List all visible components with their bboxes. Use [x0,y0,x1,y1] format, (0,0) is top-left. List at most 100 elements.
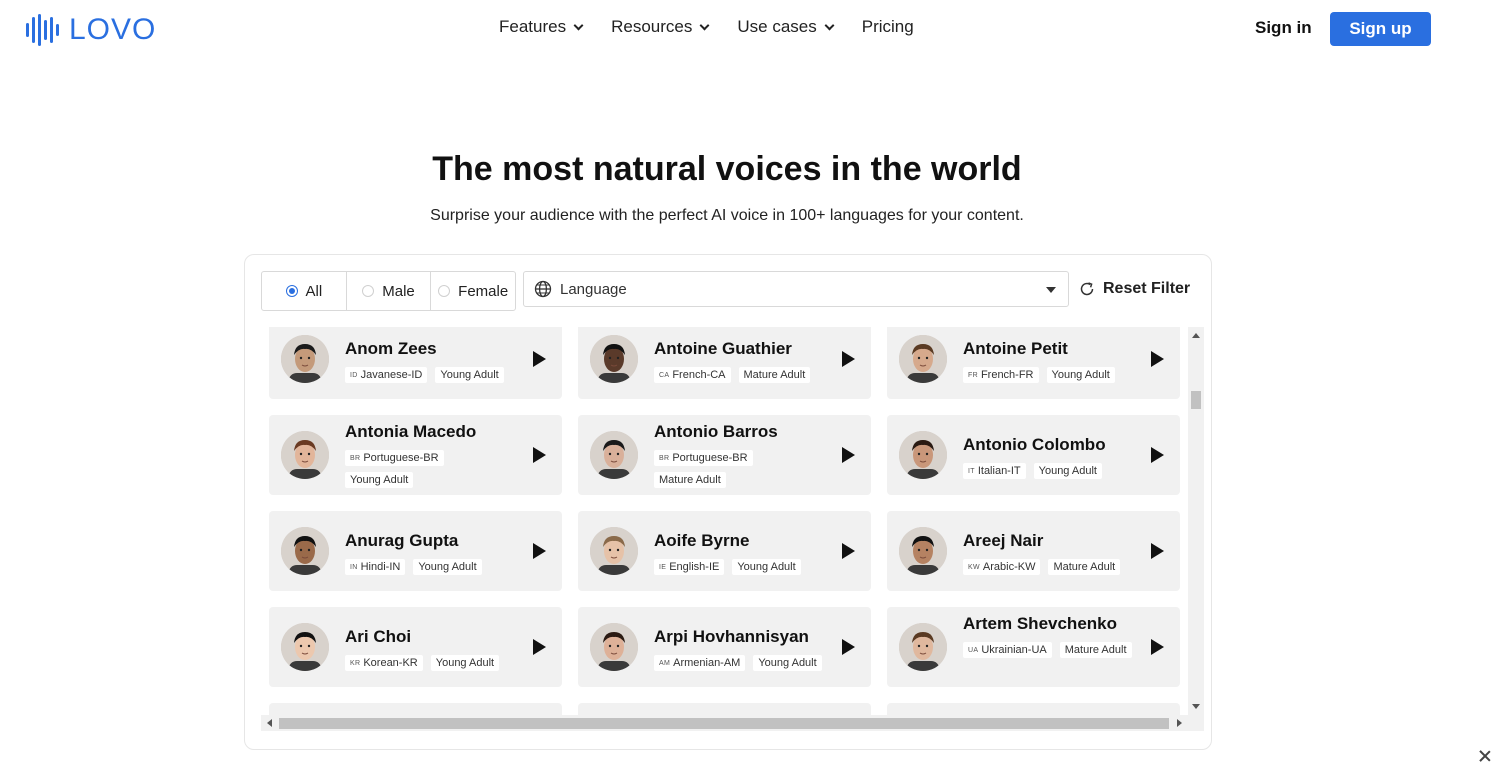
voice-name: Antonio Colombo [963,435,1106,454]
age-tag: Young Adult [435,367,504,383]
play-icon[interactable] [533,639,546,655]
voice-name: Arpi Hovhannisyan [654,627,809,646]
play-icon[interactable] [533,543,546,559]
play-icon[interactable] [842,639,855,655]
voice-name: Areej Nair [963,531,1044,550]
language-name: Hindi-IN [360,561,401,573]
scroll-right-arrow-icon[interactable] [1177,719,1182,727]
language-tag: CA French-CA [654,367,731,383]
voice-card[interactable] [269,703,562,715]
hero-title: The most natural voices in the world [432,150,1022,188]
voice-name: Aoife Byrne [654,531,750,550]
nav-item-pricing[interactable]: Pricing [862,17,914,37]
nav-item-resources[interactable]: Resources [611,17,710,37]
country-code: IN [350,563,358,571]
voice-card[interactable]: Antonio Colombo IT Italian-IT Young Adult [887,415,1180,495]
reset-filter-button[interactable]: Reset Filter [1079,280,1190,298]
voice-avatar [899,527,947,575]
gender-option-male[interactable]: Male [347,272,432,310]
country-code: UA [968,646,979,654]
main-nav: Features Resources Use cases Pricing [499,17,914,37]
refresh-icon [1080,282,1094,296]
language-name: Italian-IT [977,465,1021,477]
voice-grid-viewport: Anom Zees ID Javanese-ID Young Adult Antoine… [261,327,1188,715]
play-icon[interactable] [1151,447,1164,463]
scroll-up-arrow-icon[interactable] [1192,333,1200,338]
play-icon[interactable] [842,447,855,463]
radio-icon[interactable] [362,285,375,297]
nav-item-use-cases[interactable]: Use cases [737,17,835,37]
play-icon[interactable] [1151,639,1164,655]
voice-avatar [281,431,329,479]
age-tag: Young Adult [430,655,500,671]
voice-card[interactable]: Ari Choi KR Korean-KR Young Adult [269,607,562,687]
play-icon[interactable] [533,351,546,367]
voice-card[interactable]: Antoine Guathier CA French-CA Mature Adult [578,327,871,399]
voice-card[interactable]: Anom Zees ID Javanese-ID Young Adult [269,327,562,399]
voice-name: Antonia Macedo [345,422,477,441]
age-tag: Young Adult [1033,463,1102,479]
language-name: Javanese-ID [360,369,423,381]
gender-option-label: All [305,282,323,300]
lovo-logo[interactable]: LOVO [26,13,156,47]
language-name: Portuguese-BR [672,452,748,464]
gender-option-female[interactable]: Female [431,272,515,310]
play-icon[interactable] [842,543,855,559]
close-icon[interactable] [1478,749,1492,763]
country-code: AM [659,659,671,667]
horizontal-scroll-thumb[interactable] [279,718,1169,729]
voice-avatar [281,623,329,671]
voice-tags: UA Ukrainian-UA Mature Adult [963,642,1133,658]
voice-tags: KW Arabic-KW Mature Adult [963,559,1133,575]
voice-card[interactable]: Antonia Macedo BR Portuguese-BR Young Adult [269,415,562,495]
play-icon[interactable] [533,447,546,463]
voice-card[interactable]: Artem Shevchenko UA Ukrainian-UA Mature Adu… [887,607,1180,687]
horizontal-scrollbar[interactable] [261,715,1204,731]
voice-avatar [281,335,329,383]
language-select[interactable]: Language [523,271,1069,307]
voice-name: Ari Choi [345,627,412,646]
age-tag: Young Adult [753,655,822,671]
language-name: Portuguese-BR [363,452,439,464]
age-tag: Mature Adult [654,472,726,488]
gender-option-all[interactable]: All [262,272,347,310]
radio-icon[interactable] [285,285,298,297]
language-name: Armenian-AM [673,657,741,669]
voice-card[interactable] [578,703,871,715]
language-name: Arabic-KW [982,561,1036,573]
voice-tags: BR Portuguese-BR Young Adult [345,450,515,488]
age-tag: Mature Adult [1059,642,1132,658]
scroll-down-arrow-icon[interactable] [1192,704,1200,709]
voice-tags: IT Italian-IT Young Adult [963,463,1133,479]
language-tag: FR French-FR [963,367,1039,383]
play-icon[interactable] [1151,543,1164,559]
language-name: Korean-KR [363,657,418,669]
age-tag: Young Adult [732,559,801,575]
voice-avatar [899,431,947,479]
voice-grid: Anom Zees ID Javanese-ID Young Adult Antoine… [269,327,1180,715]
caret-down-icon [1046,287,1056,293]
voice-card[interactable]: Antoine Petit FR French-FR Young Adult [887,327,1180,399]
play-icon[interactable] [842,351,855,367]
voice-card[interactable]: Anurag Gupta IN Hindi-IN Young Adult [269,511,562,591]
sign-up-button[interactable]: Sign up [1330,12,1431,46]
age-tag: Young Adult [413,559,482,575]
voice-avatar [590,527,638,575]
voice-tags: IE English-IE Young Adult [654,559,824,575]
voice-card[interactable]: Aoife Byrne IE English-IE Young Adult [578,511,871,591]
nav-item-features[interactable]: Features [499,17,584,37]
radio-icon[interactable] [438,285,451,297]
vertical-scrollbar[interactable] [1188,327,1204,715]
voice-card[interactable]: Antonio Barros BR Portuguese-BR Mature Adul… [578,415,871,495]
country-code: FR [968,371,978,379]
voice-name: Antoine Petit [963,339,1068,358]
sign-in-link[interactable]: Sign in [1255,18,1312,38]
voice-tags: IN Hindi-IN Young Adult [345,559,515,575]
country-code: CA [659,371,670,379]
vertical-scroll-thumb[interactable] [1191,391,1201,409]
play-icon[interactable] [1151,351,1164,367]
voice-card[interactable]: Areej Nair KW Arabic-KW Mature Adult [887,511,1180,591]
voice-card[interactable]: Arpi Hovhannisyan AM Armenian-AM Young Adul… [578,607,871,687]
scroll-left-arrow-icon[interactable] [267,719,272,727]
voice-card[interactable] [887,703,1180,715]
